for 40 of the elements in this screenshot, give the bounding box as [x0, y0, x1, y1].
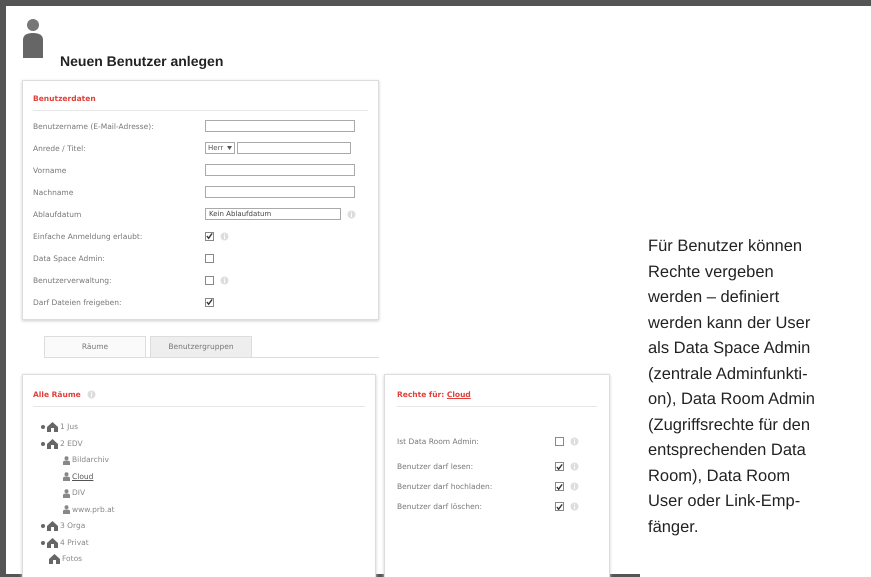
caption-line: on), Data Room Admin [648, 389, 815, 410]
bullet-icon[interactable] [41, 425, 45, 429]
user-icon [63, 456, 70, 464]
house-icon [49, 554, 60, 564]
caption-line: fänger. [648, 516, 700, 538]
house-icon [47, 538, 58, 548]
bullet-icon[interactable] [41, 540, 45, 544]
caption-line: Rechte vergeben [648, 262, 775, 282]
caption-line: Room), Data Room [648, 466, 792, 486]
user-silhouette-icon [22, 18, 44, 58]
caption-line: als Data Space Admin [648, 338, 812, 359]
checkbox[interactable] [205, 276, 214, 285]
checkbox[interactable] [555, 437, 564, 446]
caption-line: (zentrale Adminfunkti- [648, 364, 809, 384]
caption-line: werden kann der User [648, 312, 812, 334]
input-field[interactable] [237, 142, 352, 154]
input-field[interactable] [205, 120, 355, 132]
house-icon [47, 521, 58, 531]
checkbox[interactable] [555, 482, 564, 492]
user-icon [63, 472, 70, 481]
caption-line: (Zugriffsrechte für den [648, 414, 812, 436]
caption-line: werden – definiert [648, 287, 780, 308]
input-field[interactable] [205, 164, 355, 176]
bullet-icon[interactable] [41, 442, 45, 446]
checkbox[interactable] [555, 462, 564, 472]
checkbox[interactable] [205, 232, 214, 241]
checkbox[interactable] [205, 298, 214, 307]
input-field[interactable] [205, 186, 355, 198]
checkbox[interactable] [555, 502, 564, 512]
house-icon [47, 422, 58, 432]
caret-icon [227, 146, 232, 150]
user-icon [63, 505, 70, 514]
bullet-icon[interactable] [41, 524, 45, 528]
caption-line: User oder Link-Emp- [648, 491, 802, 512]
page-title: Neuen Benutzer anlegen [60, 52, 224, 71]
caption-line: Für Benutzer können [648, 236, 804, 257]
caption-line: entsprechenden Data [648, 440, 807, 461]
user-icon [63, 488, 70, 498]
checkbox[interactable] [205, 254, 214, 263]
house-icon [47, 438, 58, 448]
